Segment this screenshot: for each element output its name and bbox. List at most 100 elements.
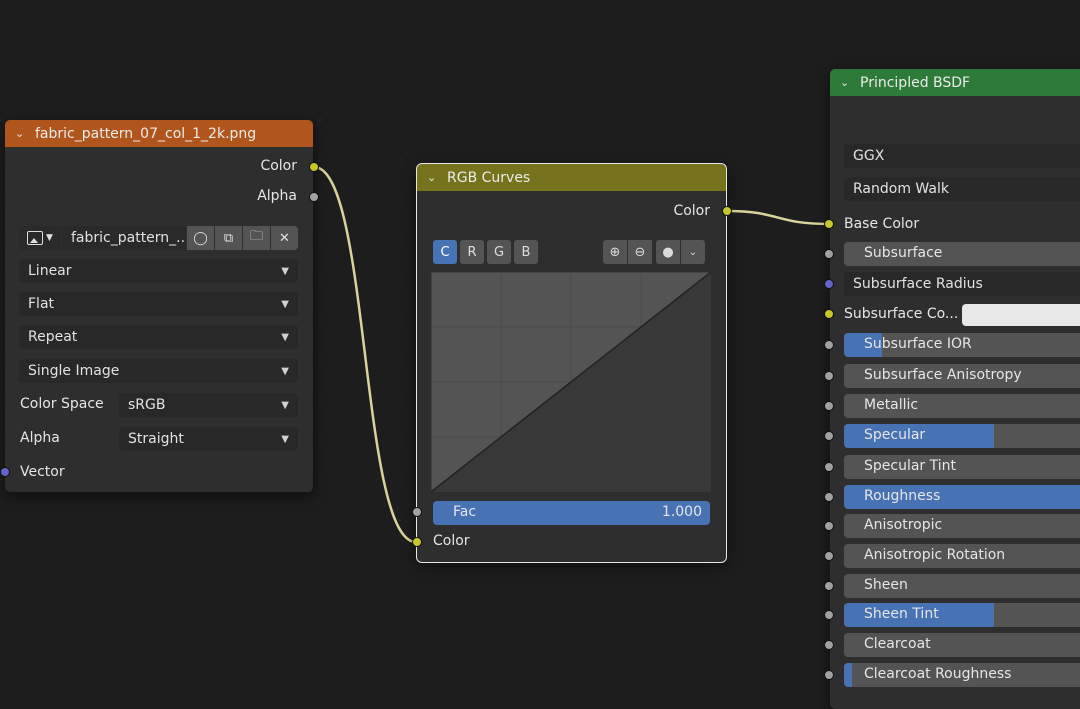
subsurface-socket[interactable] <box>824 249 834 259</box>
curve-tools-icon[interactable]: ● <box>656 240 680 264</box>
color-space-dropdown[interactable]: sRGB ▼ <box>119 393 298 417</box>
image-output-alpha-socket[interactable] <box>309 192 319 202</box>
rgb-curves-node[interactable]: ⌄ RGB Curves Color C R G B ⊕ ⊖ ● ⌄ Fac 1… <box>416 163 727 563</box>
anisotropic-slider[interactable]: Anisotropic0. <box>844 514 1080 538</box>
specular-socket[interactable] <box>824 431 834 441</box>
interpolation-value: Linear <box>28 263 72 279</box>
duplicate-image-icon[interactable]: ⧉ <box>215 226 242 250</box>
clearcoat-socket[interactable] <box>824 640 834 650</box>
extension-dropdown[interactable]: Repeat ▼ <box>19 325 298 349</box>
clearcoat-roughness-slider[interactable]: Clearcoat Roughness0. <box>844 663 1080 687</box>
subsurface-method-value: Random Walk <box>853 181 949 197</box>
sheen-socket[interactable] <box>824 581 834 591</box>
distribution-value: GGX <box>853 148 885 164</box>
curves-node-header[interactable]: ⌄ RGB Curves <box>417 164 726 191</box>
subsurface-anisotropy-socket[interactable] <box>824 371 834 381</box>
clearcoat-roughness-socket[interactable] <box>824 670 834 680</box>
fake-user-shield-icon[interactable]: ◯ <box>187 226 214 250</box>
image-node-header[interactable]: ⌄ fabric_pattern_07_col_1_2k.png <box>5 120 313 147</box>
chevron-down-icon: ▼ <box>281 298 289 310</box>
chevron-down-icon: ▼ <box>281 399 289 411</box>
fac-value: 1.000 <box>661 504 702 520</box>
base-color-socket[interactable] <box>824 219 834 229</box>
output-color-label: Color <box>260 158 297 174</box>
image-input-vector-socket[interactable] <box>0 467 10 477</box>
zoom-in-icon[interactable]: ⊕ <box>603 240 627 264</box>
roughness-slider[interactable]: Roughness1. <box>844 485 1080 509</box>
curve-graph[interactable] <box>431 272 711 492</box>
source-dropdown[interactable]: Single Image ▼ <box>19 359 298 383</box>
chevron-down-icon: ▼ <box>281 265 289 277</box>
subsurface-slider[interactable]: Subsurface0. <box>844 242 1080 266</box>
bsdf-node-header[interactable]: ⌄ Principled BSDF <box>830 69 1080 96</box>
subsurface-anisotropy-label: Subsurface Anisotropy <box>864 367 1022 383</box>
chevron-down-icon: ▼ <box>281 365 289 377</box>
source-value: Single Image <box>28 363 120 379</box>
link-image-color-to-curves-color <box>313 165 417 544</box>
projection-value: Flat <box>28 296 55 312</box>
specular-tint-label: Specular Tint <box>864 458 957 474</box>
specular-tint-slider[interactable]: Specular Tint0. <box>844 455 1080 479</box>
chevron-down-icon: ▼ <box>281 433 289 445</box>
alpha-mode-label: Alpha <box>20 430 60 446</box>
interpolation-dropdown[interactable]: Linear ▼ <box>19 259 298 283</box>
collapse-chevron-icon[interactable]: ⌄ <box>15 127 29 140</box>
vector-input-label: Vector <box>20 464 65 480</box>
distribution-dropdown[interactable]: GGX <box>844 144 1080 168</box>
anisotropic-rotation-label: Anisotropic Rotation <box>864 547 1006 563</box>
open-folder-icon[interactable]: 🗀 <box>243 226 270 250</box>
channel-tab-g[interactable]: G <box>487 240 511 264</box>
anisotropic-rotation-socket[interactable] <box>824 551 834 561</box>
sheen-tint-slider[interactable]: Sheen Tint0. <box>844 603 1080 627</box>
color-space-value: sRGB <box>128 397 166 413</box>
image-node-title: fabric_pattern_07_col_1_2k.png <box>35 125 257 142</box>
subsurface-radius-socket[interactable] <box>824 279 834 289</box>
subsurface-color-swatch[interactable] <box>962 304 1080 326</box>
image-texture-node[interactable]: ⌄ fabric_pattern_07_col_1_2k.png Color A… <box>5 120 313 492</box>
channel-tab-b[interactable]: B <box>514 240 538 264</box>
subsurface-radius-field[interactable]: Subsurface Radius <box>844 272 1080 296</box>
collapse-chevron-icon[interactable]: ⌄ <box>840 76 854 89</box>
sheen-slider[interactable]: Sheen0. <box>844 574 1080 598</box>
chevron-down-icon[interactable]: ⌄ <box>681 240 705 264</box>
channel-tab-r[interactable]: R <box>460 240 484 264</box>
curves-input-color-socket[interactable] <box>412 537 422 547</box>
specular-slider[interactable]: Specular0. <box>844 424 1080 448</box>
subsurface-color-socket[interactable] <box>824 309 834 319</box>
curves-input-fac-socket[interactable] <box>412 507 422 517</box>
subsurface-ior-socket[interactable] <box>824 340 834 350</box>
projection-dropdown[interactable]: Flat ▼ <box>19 292 298 316</box>
anisotropic-label: Anisotropic <box>864 517 943 533</box>
metallic-label: Metallic <box>864 397 919 413</box>
image-browse-button[interactable]: ▼ <box>19 226 61 250</box>
sheen-tint-label: Sheen Tint <box>864 606 939 622</box>
subsurface-anisotropy-slider[interactable]: Subsurface Anisotropy0. <box>844 364 1080 388</box>
image-output-color-socket[interactable] <box>309 162 319 172</box>
chevron-down-icon: ▼ <box>46 233 53 243</box>
chevron-down-icon: ▼ <box>281 331 289 343</box>
curves-output-color-socket[interactable] <box>722 206 732 216</box>
zoom-out-icon[interactable]: ⊖ <box>628 240 652 264</box>
collapse-chevron-icon[interactable]: ⌄ <box>427 171 441 184</box>
fac-slider[interactable]: Fac 1.000 <box>433 501 710 525</box>
metallic-socket[interactable] <box>824 401 834 411</box>
metallic-slider[interactable]: Metallic0. <box>844 394 1080 418</box>
fac-label: Fac <box>453 504 477 520</box>
curves-input-color-label: Color <box>433 533 470 549</box>
specular-tint-socket[interactable] <box>824 462 834 472</box>
node-editor-canvas[interactable]: ⌄ fabric_pattern_07_col_1_2k.png Color A… <box>0 0 1080 709</box>
alpha-mode-dropdown[interactable]: Straight ▼ <box>119 427 298 451</box>
channel-tab-c[interactable]: C <box>433 240 457 264</box>
subsurface-radius-label: Subsurface Radius <box>853 276 983 292</box>
close-icon[interactable]: ✕ <box>271 226 298 250</box>
subsurface-method-dropdown[interactable]: Random Walk <box>844 177 1080 201</box>
clearcoat-slider[interactable]: Clearcoat0. <box>844 633 1080 657</box>
anisotropic-rotation-slider[interactable]: Anisotropic Rotation0. <box>844 544 1080 568</box>
anisotropic-socket[interactable] <box>824 521 834 531</box>
roughness-label: Roughness <box>864 488 941 504</box>
roughness-socket[interactable] <box>824 492 834 502</box>
subsurface-ior-slider[interactable]: Subsurface IOR1. <box>844 333 1080 357</box>
sheen-tint-socket[interactable] <box>824 610 834 620</box>
alpha-mode-value: Straight <box>128 431 184 447</box>
image-name-field[interactable]: fabric_pattern_... <box>62 226 186 250</box>
